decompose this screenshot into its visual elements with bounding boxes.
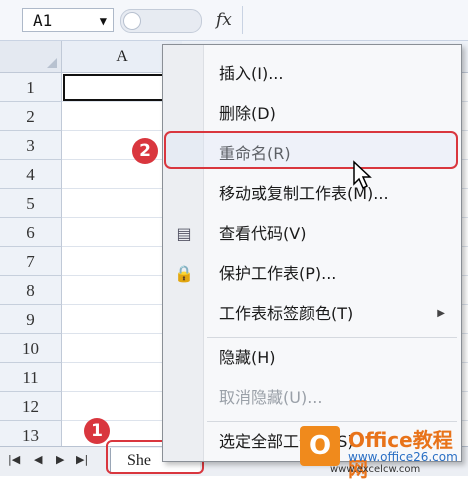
menu-item-insert[interactable]: 插入(I)... xyxy=(203,59,459,89)
menu-item-tab-color[interactable]: 工作表标签颜色(T) ▶ xyxy=(203,299,459,329)
next-sheet-icon[interactable]: ▶ xyxy=(56,453,64,466)
row-header[interactable]: 11 xyxy=(0,363,62,392)
row-header[interactable]: 5 xyxy=(0,189,62,218)
divider xyxy=(242,6,243,34)
prev-sheet-icon[interactable]: ◀ xyxy=(34,453,42,466)
row-header[interactable]: 7 xyxy=(0,247,62,276)
name-box-value: A1 xyxy=(33,11,53,30)
row-header[interactable]: 1 xyxy=(0,73,62,102)
mouse-cursor-icon xyxy=(353,160,372,190)
name-box[interactable]: A1 ▼ xyxy=(22,8,114,32)
first-sheet-icon[interactable]: |◀ xyxy=(8,453,20,466)
protect-sheet-icon: 🔒 xyxy=(174,264,194,283)
row-header[interactable]: 3 xyxy=(0,131,62,160)
row-header[interactable]: 2 xyxy=(0,102,62,131)
office-logo-icon: O xyxy=(300,426,340,466)
sheet-context-menu: 插入(I)... 删除(D) 重命名(R) 移动或复制工作表(M)... ▤ 查… xyxy=(162,44,462,462)
slider-knob[interactable] xyxy=(123,12,141,30)
menu-item-move-copy[interactable]: 移动或复制工作表(M)... xyxy=(203,179,459,209)
menu-item-hide[interactable]: 隐藏(H) xyxy=(203,343,459,373)
watermark-site: www.office26.com xyxy=(348,450,458,464)
watermark-logo: O Office教程网 www.office26.com www.excelcw… xyxy=(300,420,468,481)
row-header[interactable]: 12 xyxy=(0,392,62,421)
menu-item-protect-sheet[interactable]: 保护工作表(P)... xyxy=(203,259,459,289)
menu-icon-gutter xyxy=(163,45,204,461)
formula-bar: A1 ▼ fx xyxy=(0,0,468,41)
step-badge-1: 1 xyxy=(84,418,110,444)
row-header[interactable]: 4 xyxy=(0,160,62,189)
menu-item-tab-color-label: 工作表标签颜色(T) xyxy=(219,304,354,323)
select-all-corner[interactable] xyxy=(0,41,62,73)
watermark-url: www.excelcw.com xyxy=(330,464,421,475)
insert-function-icon[interactable]: fx xyxy=(216,10,232,30)
row-header[interactable]: 9 xyxy=(0,305,62,334)
row-header[interactable]: 10 xyxy=(0,334,62,363)
row-header[interactable]: 6 xyxy=(0,218,62,247)
row-header[interactable]: 8 xyxy=(0,276,62,305)
submenu-arrow-icon: ▶ xyxy=(437,308,445,319)
chevron-down-icon[interactable]: ▼ xyxy=(100,9,107,33)
formula-bar-resize-slider[interactable] xyxy=(120,9,202,33)
menu-item-unhide: 取消隐藏(U)... xyxy=(219,388,323,407)
menu-separator xyxy=(207,337,457,338)
menu-item-delete[interactable]: 删除(D) xyxy=(203,99,459,129)
last-sheet-icon[interactable]: ▶| xyxy=(76,453,88,466)
row-headers: 1 2 3 4 5 6 7 8 9 10 11 12 13 xyxy=(0,73,62,450)
view-code-icon: ▤ xyxy=(176,224,192,243)
step-badge-2: 2 xyxy=(132,138,158,164)
menu-item-view-code[interactable]: 查看代码(V) xyxy=(203,219,459,249)
rename-highlight xyxy=(164,131,458,169)
